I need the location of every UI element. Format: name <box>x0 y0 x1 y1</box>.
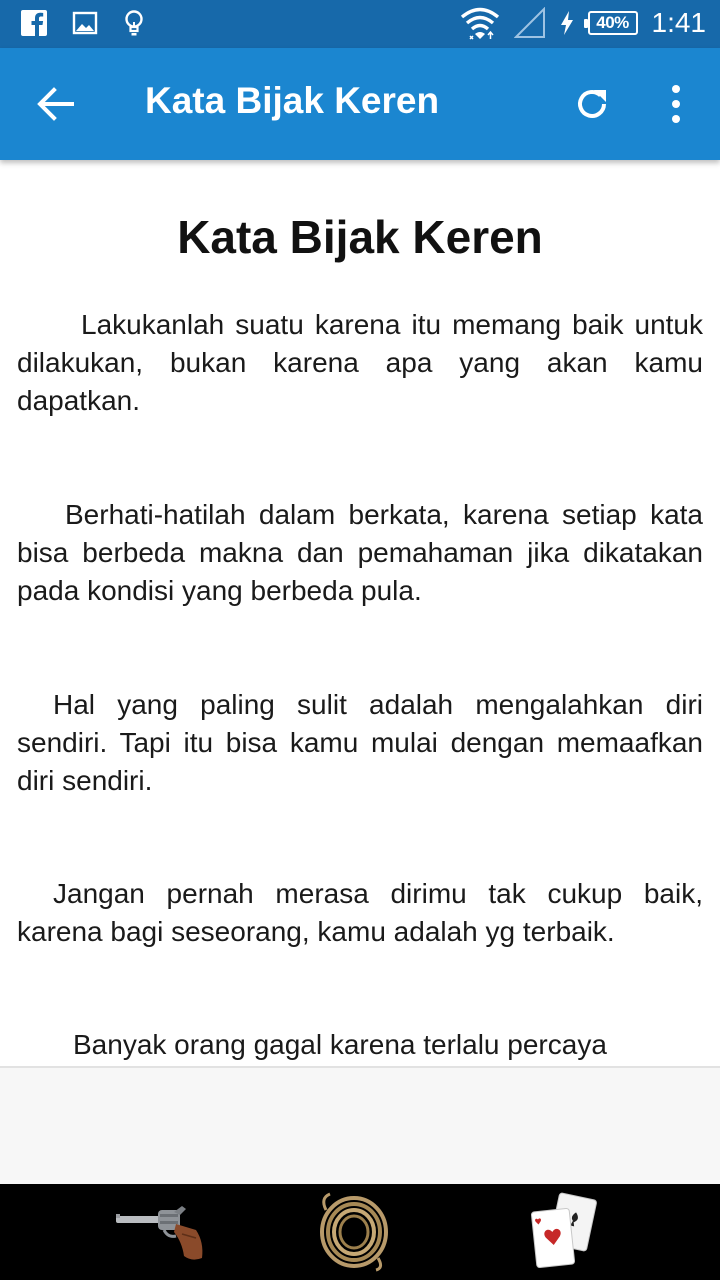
signal-icon <box>513 7 545 38</box>
quote-paragraph: Jangan pernah merasa dirimu tak cukup ba… <box>17 878 703 947</box>
playing-cards-icon[interactable] <box>528 1192 600 1272</box>
ad-banner-area <box>0 1066 720 1184</box>
wifi-icon <box>460 7 499 40</box>
facebook-icon <box>21 10 47 37</box>
refresh-icon[interactable] <box>572 84 612 124</box>
article-content[interactable]: Kata Bijak Keren Lakukanlah suatu karena… <box>0 160 720 1066</box>
quote-paragraph: Hal yang paling sulit adalah mengalahkan… <box>17 689 703 796</box>
status-right-icons: 40% 1:41 <box>460 6 707 40</box>
image-icon <box>72 11 98 35</box>
app-bar-title: Kata Bijak Keren <box>145 80 440 121</box>
status-left-icons <box>20 8 146 38</box>
battery-indicator: 40% <box>583 11 638 35</box>
charging-icon <box>560 11 573 35</box>
quote-paragraph: Lakukanlah suatu karena itu memang baik … <box>17 309 703 416</box>
back-arrow-icon[interactable] <box>36 86 76 122</box>
more-vert-icon[interactable] <box>666 84 686 124</box>
revolver-icon[interactable] <box>112 1192 208 1272</box>
status-time: 1:41 <box>651 7 707 38</box>
app-bar: Kata Bijak Keren <box>0 48 720 160</box>
rope-icon[interactable] <box>318 1192 390 1272</box>
status-bar: 40% 1:41 <box>0 0 720 48</box>
bottom-bar <box>0 1184 720 1280</box>
lightbulb-icon <box>125 10 143 36</box>
article-title: Kata Bijak Keren <box>177 211 543 263</box>
quote-paragraph: Banyak orang gagal karena terlalu percay… <box>73 1029 607 1060</box>
quote-paragraph: Berhati-hatilah dalam berkata, karena se… <box>17 499 703 606</box>
